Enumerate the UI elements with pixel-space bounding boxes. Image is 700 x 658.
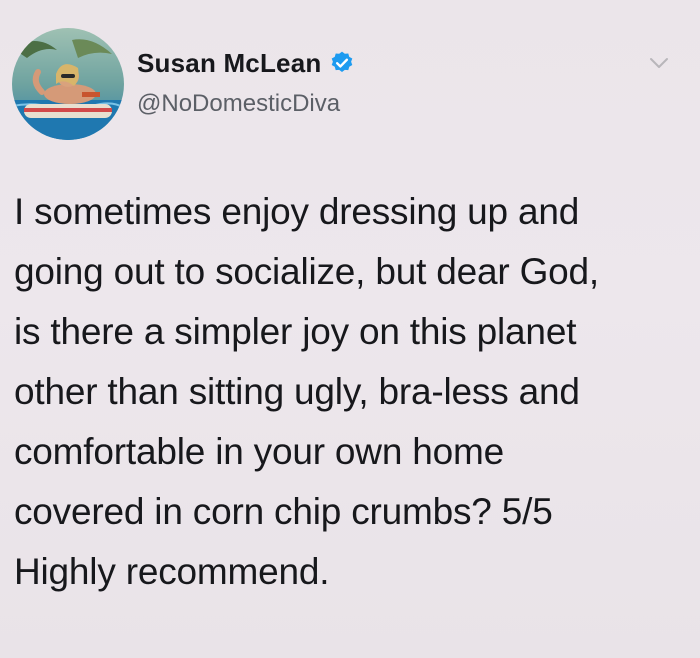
- tweet-card: Susan McLean @NoDomesticDiva I sometimes…: [0, 0, 700, 658]
- display-name[interactable]: Susan McLean: [137, 48, 321, 79]
- avatar-photo-icon: [12, 28, 124, 140]
- verified-badge-icon: [329, 50, 355, 76]
- tweet-header: Susan McLean @NoDomesticDiva: [137, 46, 355, 118]
- avatar[interactable]: [12, 28, 124, 140]
- tweet-text: I sometimes enjoy dressing up and going …: [14, 191, 599, 592]
- chevron-down-icon[interactable]: [648, 56, 670, 70]
- name-row: Susan McLean: [137, 46, 355, 80]
- user-handle[interactable]: @NoDomesticDiva: [137, 90, 355, 118]
